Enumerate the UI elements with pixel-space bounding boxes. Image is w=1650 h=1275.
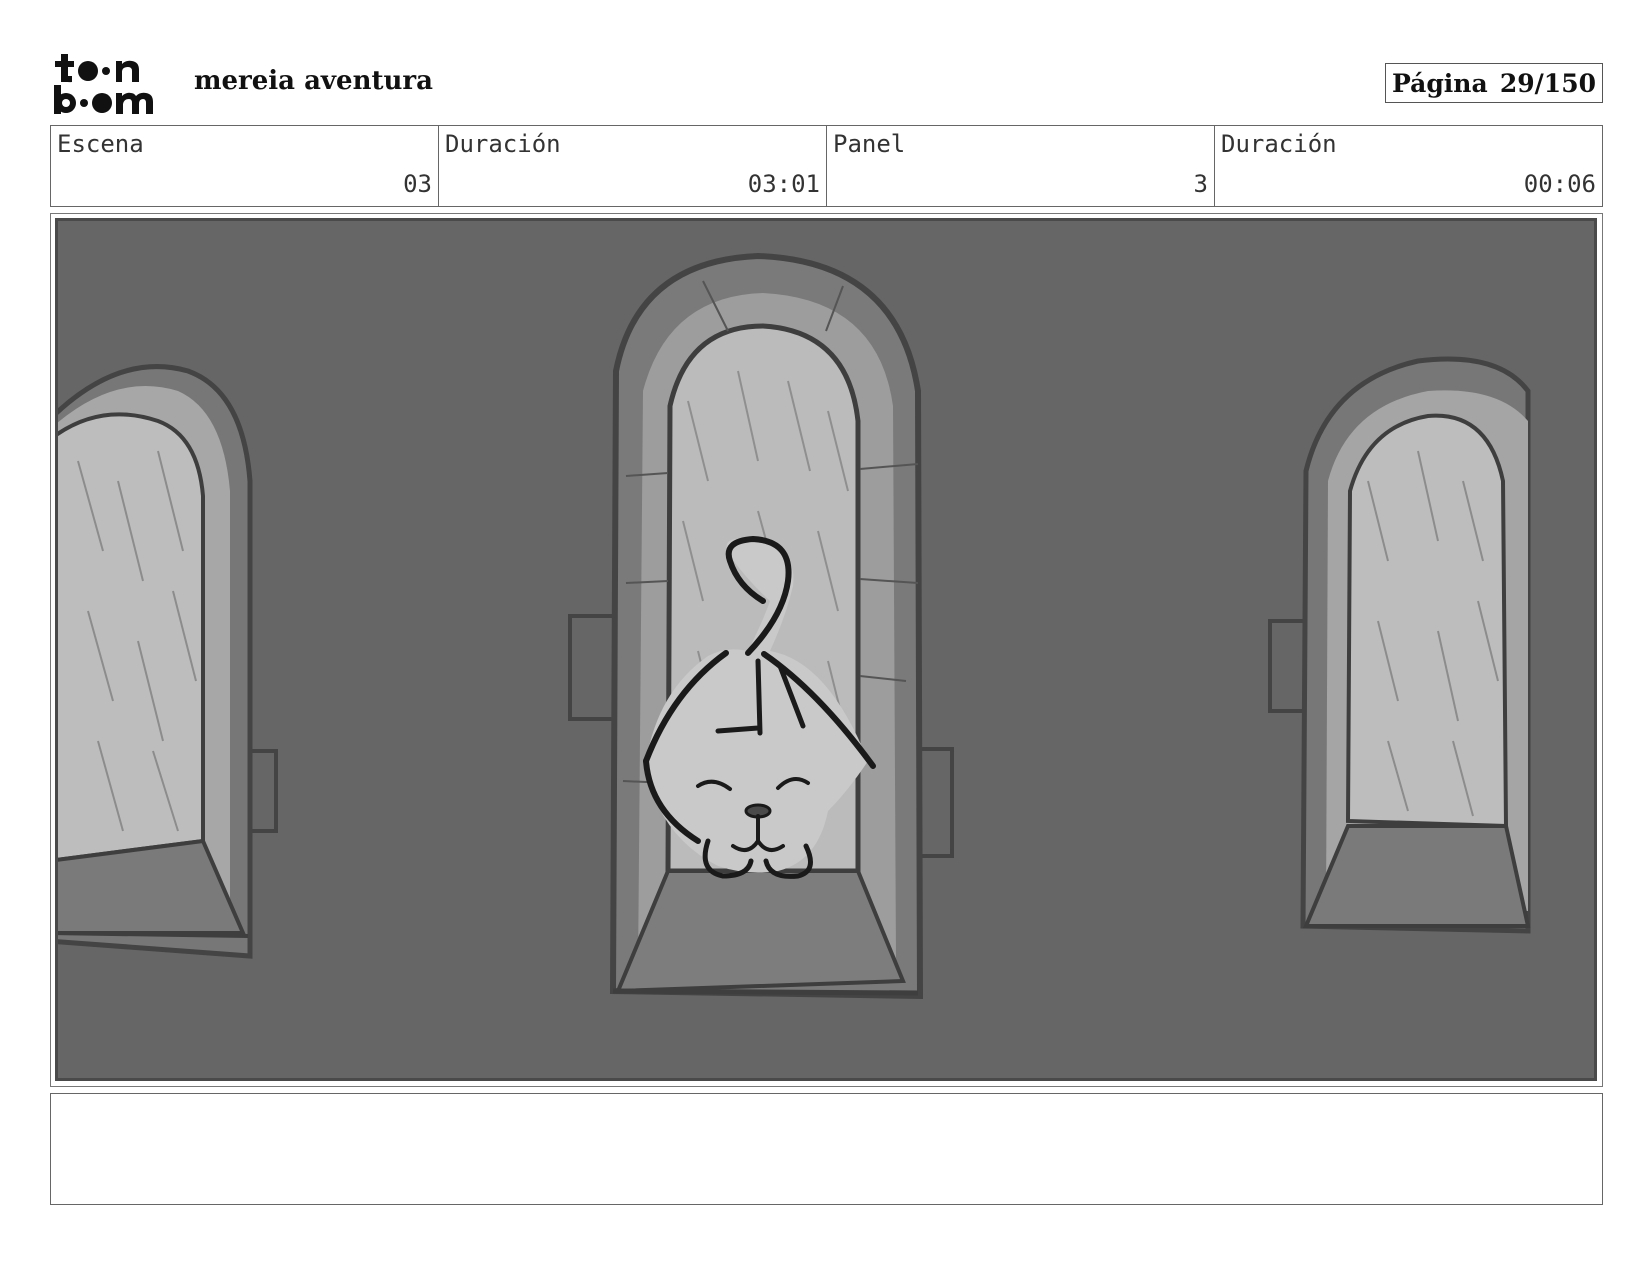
scene-value: 03: [403, 170, 432, 198]
storyboard-panel-frame: [50, 213, 1603, 1087]
page-indicator: Página 29/150: [1385, 63, 1603, 103]
left-window-drawing: [58, 364, 278, 959]
toon-boom-logo: [52, 52, 170, 116]
panel-label: Panel: [833, 130, 906, 158]
panel-duration-label: Duración: [1221, 130, 1337, 158]
panel-duration-cell: Duración 00:06: [1215, 126, 1602, 206]
panel-notes-box: [50, 1093, 1603, 1205]
scene-duration-cell: Duración 03:01: [439, 126, 827, 206]
scene-duration-value: 03:01: [747, 170, 820, 198]
scene-duration-label: Duración: [445, 130, 561, 158]
panel-cell: Panel 3: [827, 126, 1215, 206]
scene-label: Escena: [57, 130, 144, 158]
page-number: 29/150: [1499, 68, 1596, 98]
page-label: Página: [1392, 68, 1488, 98]
scene-cell: Escena 03: [51, 126, 439, 206]
storyboard-drawing: [55, 218, 1597, 1081]
panel-info-table: Escena 03 Duración 03:01 Panel 3 Duració…: [50, 125, 1603, 207]
project-title: mereia aventura: [194, 66, 433, 96]
panel-value: 3: [1193, 170, 1208, 198]
panel-duration-value: 00:06: [1523, 170, 1596, 198]
